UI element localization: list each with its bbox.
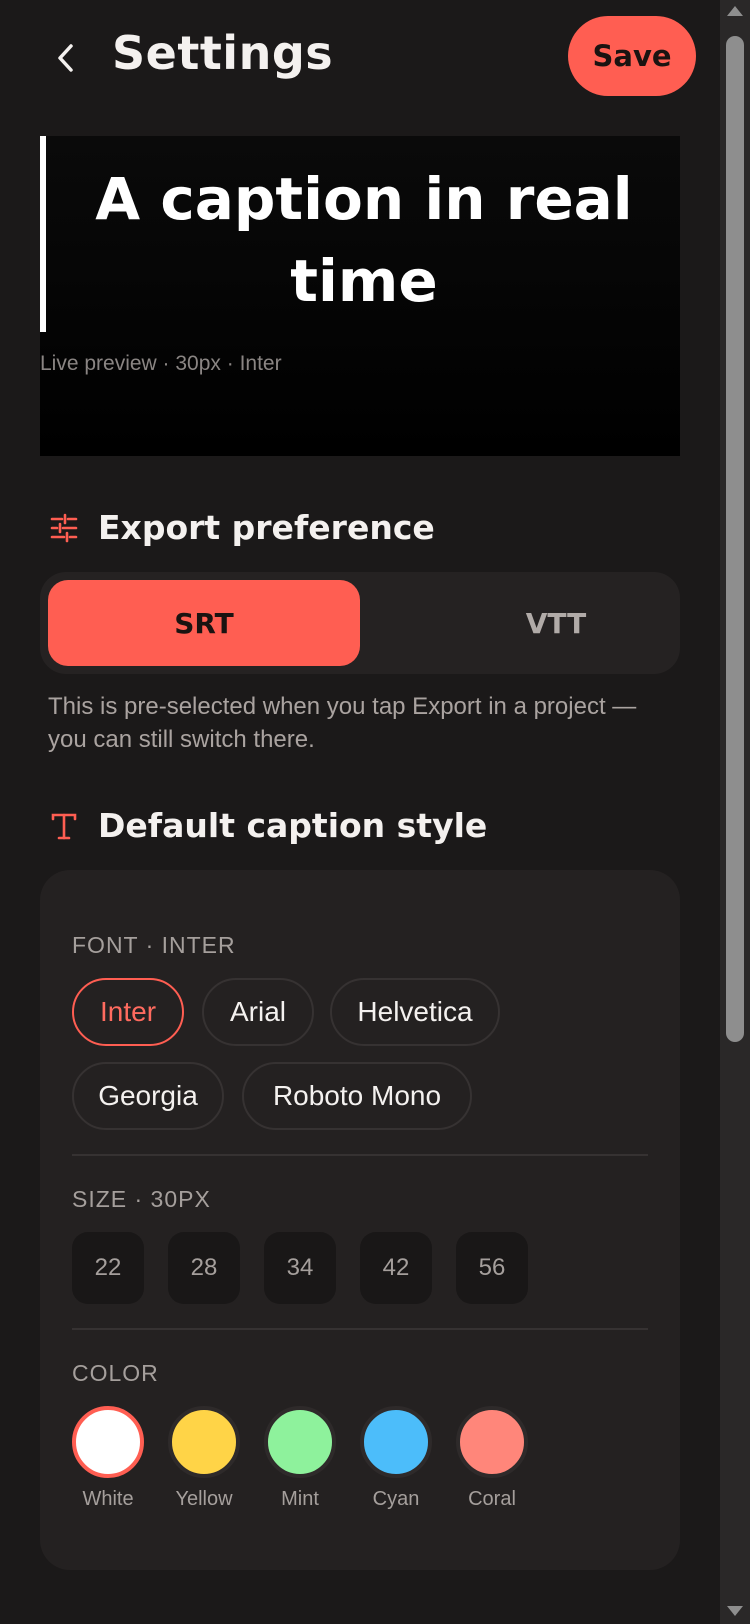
- font-chip-georgia[interactable]: Georgia: [72, 1062, 224, 1130]
- preview-cursor-bar: [40, 136, 46, 332]
- page-title: Settings: [112, 26, 334, 80]
- color-swatch-cyan[interactable]: [360, 1406, 432, 1478]
- color-swatch-yellow[interactable]: [168, 1406, 240, 1478]
- scrollbar-thumb[interactable]: [726, 36, 744, 1042]
- size-option-22[interactable]: 22: [72, 1232, 144, 1304]
- divider: [72, 1154, 648, 1156]
- export-option-srt[interactable]: SRT: [48, 580, 360, 666]
- size-option-28[interactable]: 28: [168, 1232, 240, 1304]
- export-hint: This is pre-selected when you tap Export…: [48, 693, 637, 753]
- export-section-title: Export preference: [98, 508, 435, 547]
- caption-preview: A caption in real time Live preview · 30…: [40, 136, 680, 456]
- text-type-icon: [48, 810, 80, 842]
- color-label-mint: Mint: [281, 1488, 319, 1510]
- scrollbar[interactable]: [720, 0, 750, 1624]
- sliders-icon: [48, 512, 80, 544]
- color-label-coral: Coral: [468, 1488, 516, 1510]
- scroll-up-arrow-icon[interactable]: [727, 6, 743, 16]
- size-option-56[interactable]: 56: [456, 1232, 528, 1304]
- divider: [72, 1328, 648, 1330]
- font-chip-roboto-mono[interactable]: Roboto Mono: [242, 1062, 472, 1130]
- size-label: SIZE · 30PX: [72, 1186, 211, 1212]
- preview-caption-text: A caption in real time: [95, 165, 633, 315]
- color-label-yellow: Yellow: [175, 1488, 233, 1510]
- color-swatch-white[interactable]: [72, 1406, 144, 1478]
- caption-style-section-title: Default caption style: [98, 806, 488, 845]
- export-format-toggle: SRT VTT: [40, 572, 680, 674]
- app-header: Settings Save: [0, 0, 720, 112]
- chevron-left-icon: [58, 44, 73, 72]
- scroll-down-arrow-icon[interactable]: [727, 1606, 743, 1616]
- save-button[interactable]: Save: [568, 16, 696, 96]
- color-label: COLOR: [72, 1360, 159, 1386]
- size-option-34[interactable]: 34: [264, 1232, 336, 1304]
- color-swatch-coral[interactable]: [456, 1406, 528, 1478]
- font-chip-helvetica[interactable]: Helvetica: [330, 978, 500, 1046]
- font-chip-inter[interactable]: Inter: [72, 978, 184, 1046]
- caption-style-card: FONT · INTER Inter Arial Helvetica Georg…: [40, 870, 680, 1570]
- color-label-white: White: [82, 1488, 134, 1510]
- back-button[interactable]: [44, 36, 88, 80]
- color-label-cyan: Cyan: [372, 1488, 420, 1510]
- export-option-vtt[interactable]: VTT: [400, 580, 712, 666]
- caption-style-section-header: Default caption style: [48, 806, 487, 845]
- export-section-header: Export preference: [48, 508, 435, 547]
- font-label: FONT · INTER: [72, 932, 236, 958]
- preview-meta: Live preview · 30px · Inter: [40, 352, 282, 375]
- font-chip-arial[interactable]: Arial: [202, 978, 314, 1046]
- color-swatch-mint[interactable]: [264, 1406, 336, 1478]
- size-option-42[interactable]: 42: [360, 1232, 432, 1304]
